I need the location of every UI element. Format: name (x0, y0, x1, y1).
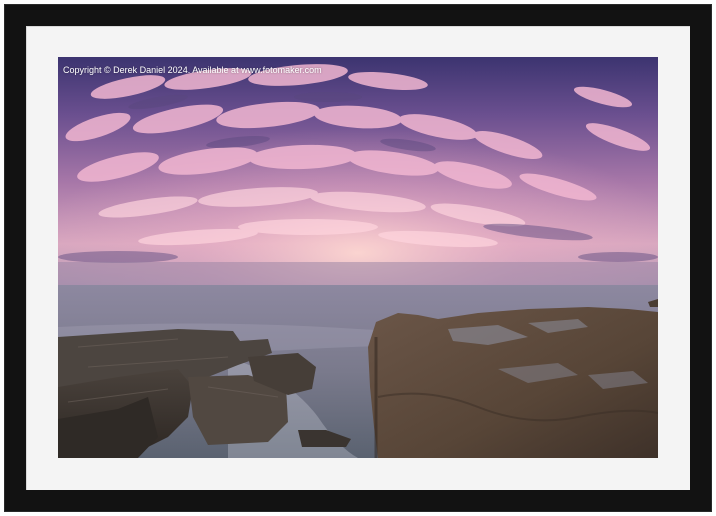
copyright-watermark: Copyright © Derek Daniel 2024. Available… (63, 65, 322, 75)
horizon-clouds (58, 262, 658, 286)
framed-photo: Copyright © Derek Daniel 2024. Available… (58, 57, 658, 458)
right-rock-headland (368, 299, 658, 458)
seascape-image (58, 57, 658, 458)
sunset-glow (58, 57, 658, 285)
